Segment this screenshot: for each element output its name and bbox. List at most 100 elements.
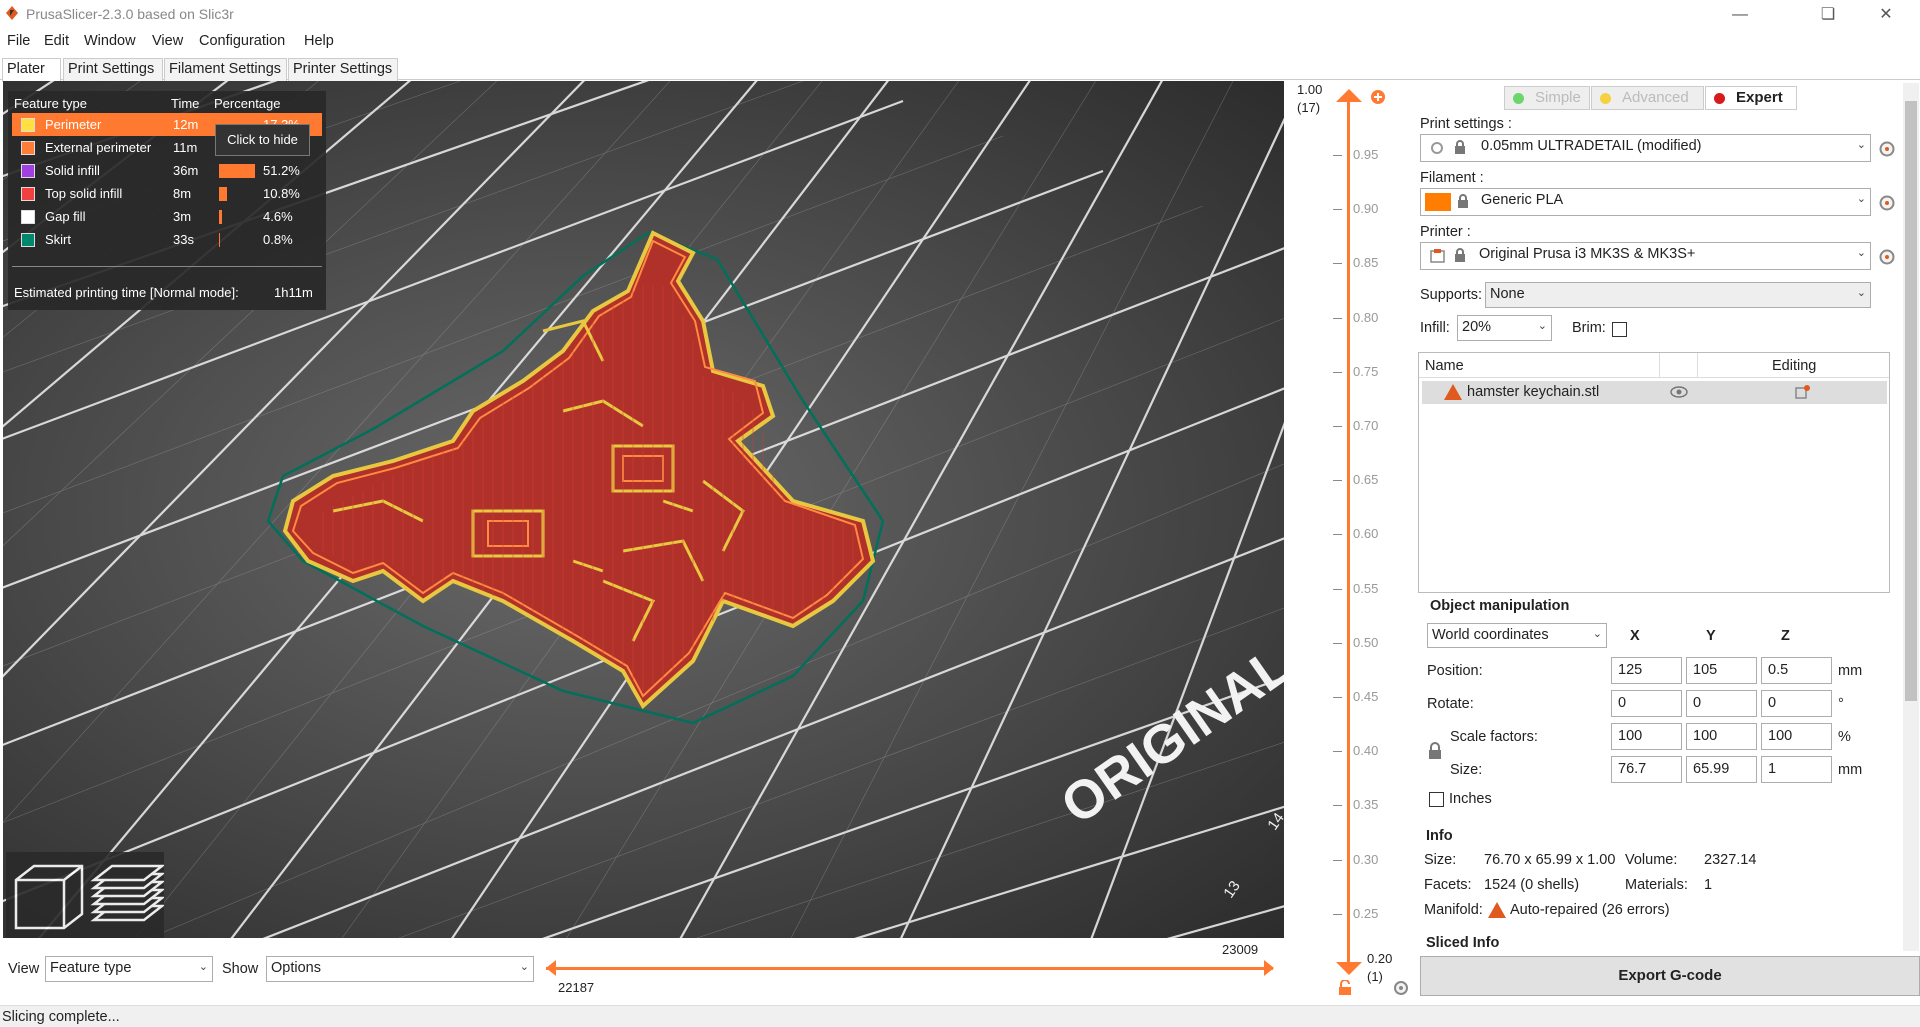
inches-checkbox[interactable]: [1429, 792, 1444, 807]
layers-view-icon[interactable]: [90, 864, 166, 922]
mode-simple-button[interactable]: Simple: [1504, 86, 1590, 110]
layer-slider-rail[interactable]: [1347, 96, 1350, 969]
filament-edit-gear-icon[interactable]: [1878, 194, 1896, 212]
legend-feature-time: 36m: [173, 163, 199, 178]
legend-row-gap-fill[interactable]: Gap fill 3m 4.6%: [12, 205, 322, 228]
tab-printer-settings[interactable]: Printer Settings: [288, 58, 398, 81]
slider-settings-gear-icon[interactable]: [1393, 980, 1409, 996]
infill-label: Infill:: [1420, 320, 1450, 336]
minimize-icon[interactable]: —: [1720, 4, 1760, 26]
close-icon[interactable]: ✕: [1866, 4, 1906, 26]
3d-view-icon[interactable]: [14, 864, 84, 930]
hslider-right-thumb[interactable]: [1262, 960, 1274, 976]
layer-tick: [1333, 263, 1342, 265]
legend-row-top-solid-infill[interactable]: Top solid infill 8m 10.8%: [12, 182, 322, 205]
legend-feature-time: 11m: [173, 140, 198, 155]
view-type-dropdown[interactable]: Feature type ⌄: [45, 956, 213, 982]
show-label: Show: [222, 961, 259, 977]
menu-view[interactable]: View: [152, 33, 183, 49]
layer-tick: [1333, 426, 1342, 427]
tab-print-settings[interactable]: Print Settings: [63, 58, 163, 81]
size-unit: mm: [1838, 762, 1863, 778]
legend-row-skirt[interactable]: Skirt 33s 0.8%: [12, 228, 322, 251]
slider-bottom-value: 0.20: [1367, 951, 1393, 966]
hslider-right-value: 23009: [1222, 942, 1259, 957]
coordinates-dropdown[interactable]: World coordinates ⌄: [1427, 623, 1607, 648]
rotate-z-input[interactable]: 0: [1761, 690, 1832, 717]
col-name-header: Name: [1425, 358, 1464, 374]
layer-tick: [1333, 371, 1342, 373]
sidebar-scrollbar-thumb[interactable]: [1905, 101, 1917, 701]
printer-edit-gear-icon[interactable]: [1878, 248, 1896, 266]
layer-tick-label: 0.50: [1353, 634, 1379, 650]
print-settings-edit-gear-icon[interactable]: [1878, 140, 1896, 158]
menu-help[interactable]: Help: [304, 33, 334, 49]
printer-dropdown[interactable]: Original Prusa i3 MK3S & MK3S+ ⌄: [1420, 242, 1871, 270]
tab-filament-settings[interactable]: Filament Settings: [164, 58, 287, 81]
position-y-input[interactable]: 105: [1686, 657, 1757, 684]
mode-expert-label: Expert: [1736, 89, 1783, 106]
layer-tick: [1333, 697, 1342, 698]
brim-label: Brim:: [1572, 320, 1606, 336]
info-facets-label: Facets:: [1424, 877, 1472, 893]
legend-row-solid-infill[interactable]: Solid infill 36m 51.2%: [12, 159, 322, 182]
legend-header-type: Feature type: [14, 96, 87, 111]
lock-icon[interactable]: [1338, 980, 1352, 996]
lock-icon: [1455, 140, 1465, 154]
menu-edit[interactable]: Edit: [44, 33, 69, 49]
supports-dropdown[interactable]: None ⌄: [1485, 282, 1871, 308]
scale-x-input[interactable]: 100: [1611, 723, 1682, 750]
size-y-input[interactable]: 65.99: [1686, 756, 1757, 783]
print-settings-label: Print settings :: [1420, 116, 1512, 132]
filament-color-swatch[interactable]: [1425, 193, 1451, 211]
brim-checkbox[interactable]: [1612, 322, 1627, 337]
slider-top-thumb[interactable]: [1335, 88, 1365, 104]
object-list[interactable]: Name Editing hamster keychain.stl: [1418, 352, 1890, 593]
mode-advanced-button[interactable]: Advanced: [1591, 86, 1704, 110]
legend-color-swatch: [21, 141, 35, 155]
rotate-x-input[interactable]: 0: [1611, 690, 1682, 717]
supports-label: Supports:: [1420, 287, 1483, 303]
print-settings-dropdown[interactable]: 0.05mm ULTRADETAIL (modified) ⌄: [1420, 134, 1871, 162]
info-materials-label: Materials:: [1625, 877, 1688, 893]
axis-y-label: Y: [1706, 628, 1716, 644]
position-x-input[interactable]: 125: [1611, 657, 1682, 684]
menu-file[interactable]: File: [7, 33, 30, 49]
scale-z-input[interactable]: 100: [1761, 723, 1832, 750]
tab-plater[interactable]: Plater: [2, 58, 61, 82]
move-slider-rail[interactable]: [546, 967, 1273, 970]
add-color-change-icon[interactable]: [1370, 89, 1386, 105]
axis-x-label: X: [1630, 628, 1640, 644]
filament-label: Filament :: [1420, 170, 1484, 186]
restore-icon[interactable]: ❏: [1808, 4, 1848, 26]
legend-feature-percentage: 51.2%: [263, 163, 300, 178]
menu-window[interactable]: Window: [84, 33, 136, 49]
info-facets-value: 1524 (0 shells): [1484, 877, 1580, 893]
position-z-input[interactable]: 0.5: [1761, 657, 1832, 684]
layer-tick: [1333, 751, 1342, 753]
rotate-y-input[interactable]: 0: [1686, 690, 1757, 717]
show-options-dropdown[interactable]: Options ⌄: [266, 956, 534, 982]
layer-tick: [1333, 534, 1342, 536]
info-materials-value: 1: [1704, 877, 1713, 893]
view-label: View: [8, 961, 40, 977]
slider-bottom-thumb[interactable]: [1335, 961, 1365, 977]
size-z-input[interactable]: 1: [1761, 756, 1832, 783]
legend-feature-name: Skirt: [45, 232, 71, 247]
layer-tick: [1333, 317, 1342, 319]
chevron-down-icon: ⌄: [1592, 628, 1602, 640]
title-bar: PrusaSlicer-2.3.0 based on Slic3r — ❏ ✕: [0, 0, 1920, 31]
legend-divider: [12, 266, 322, 267]
filament-dropdown[interactable]: Generic PLA ⌄: [1420, 188, 1871, 216]
infill-dropdown[interactable]: 20% ⌄: [1457, 315, 1552, 341]
scale-y-input[interactable]: 100: [1686, 723, 1757, 750]
layer-tick-label: 0.30: [1353, 851, 1379, 867]
visibility-eye-icon[interactable]: [1670, 386, 1688, 398]
export-gcode-button[interactable]: Export G-code: [1420, 956, 1920, 996]
edit-object-icon[interactable]: [1795, 384, 1811, 400]
mode-expert-button[interactable]: Expert: [1705, 86, 1797, 110]
size-x-input[interactable]: 76.7: [1611, 756, 1682, 783]
object-row[interactable]: hamster keychain.stl: [1422, 381, 1887, 404]
menu-configuration[interactable]: Configuration: [199, 33, 285, 49]
scale-lock-icon[interactable]: [1428, 742, 1442, 760]
